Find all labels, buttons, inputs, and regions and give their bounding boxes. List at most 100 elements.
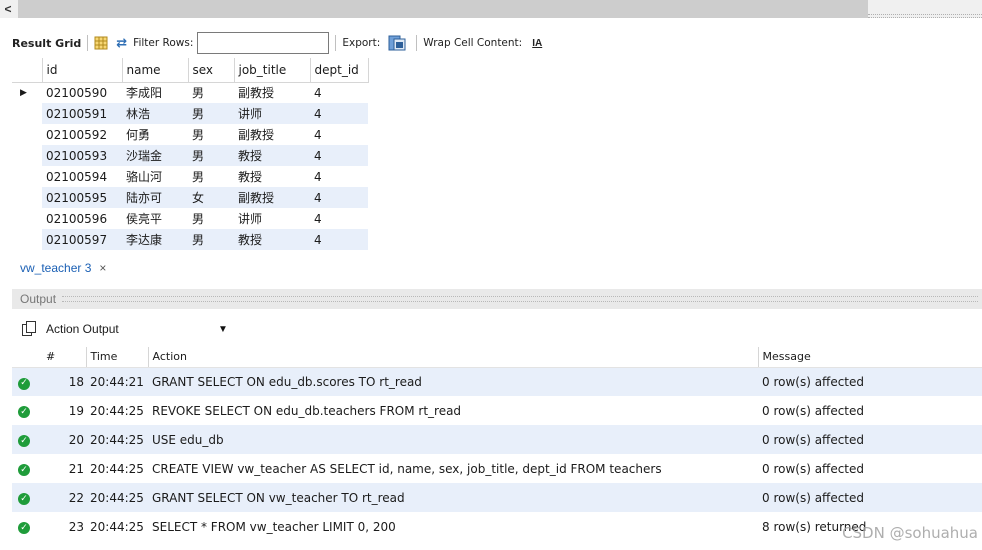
log-message: 0 row(s) affected [762,403,865,418]
cell-id[interactable]: 02100597 [42,229,122,250]
list-item[interactable]: ✓ 23 20:44:25 SELECT * FROM vw_teacher LIMI… [12,512,982,541]
table-row[interactable]: ▶ 02100590 李成阳男副教授 4 [12,82,368,103]
cell-job-title[interactable]: 讲师 [234,103,310,124]
splitter-handle[interactable] [62,296,978,302]
watermark: CSDN @sohuahua [842,524,978,542]
list-item[interactable]: ✓ 21 20:44:25 CREATE VIEW vw_teacher AS SEL… [12,454,982,483]
column-header-num[interactable]: # [42,347,87,368]
cell-name[interactable]: 林浩 [122,103,188,124]
cell-name[interactable]: 李成阳 [122,82,188,103]
column-header-time[interactable]: Time [86,347,149,368]
list-item[interactable]: ✓ 18 20:44:21 GRANT SELECT ON edu_db.scores… [12,367,982,396]
status-column-header [12,347,42,368]
list-item[interactable]: ✓ 22 20:44:25 GRANT SELECT ON vw_teacher TO… [12,483,982,512]
status-cell: ✓ [12,454,42,483]
table-row[interactable]: 02100591 林浩男讲师 4 [12,103,368,124]
grid-layout-icon[interactable] [94,36,108,50]
success-check-icon: ✓ [18,464,30,477]
cell-job-title[interactable]: 教授 [234,166,310,187]
column-header-id[interactable]: id [42,58,123,83]
filter-rows-input[interactable] [197,32,330,54]
cell-sex[interactable]: 男 [188,103,234,124]
result-tab-bar: vw_teacher 3 × [12,257,982,279]
action-output-log: # Time Action Message ✓ 18 20:44:21 GRANT S… [12,347,982,541]
log-action: SELECT * FROM vw_teacher LIMIT 0, 200 [152,519,396,534]
cell-id[interactable]: 02100595 [42,187,122,208]
tab-vw-teacher-3[interactable]: vw_teacher 3 × [12,257,115,279]
cell-sex[interactable]: 男 [188,166,234,187]
cell-job-title[interactable]: 副教授 [234,124,310,145]
cell-name[interactable]: 骆山河 [122,166,188,187]
table-row[interactable]: 02100594 骆山河男教授 4 [12,166,368,187]
scroll-left-arrow-icon[interactable]: < [0,0,16,18]
export-icon[interactable] [388,35,406,51]
scrollbar-thumb[interactable] [18,0,868,18]
cell-sex[interactable]: 女 [188,187,234,208]
cell-dept-id[interactable]: 4 [310,124,368,145]
cell-dept-id[interactable]: 4 [310,208,368,229]
log-number: 21 [68,461,84,476]
close-icon[interactable]: × [99,261,106,275]
cell-sex[interactable]: 男 [188,145,234,166]
result-grid-button[interactable]: Result Grid [12,37,81,50]
cell-name[interactable]: 何勇 [122,124,188,145]
log-action: GRANT SELECT ON vw_teacher TO rt_read [148,483,758,512]
list-item[interactable]: ✓ 20 20:44:25 USE edu_db 0 row(s) affected [12,425,982,454]
cell-job-title[interactable]: 教授 [234,229,310,250]
cell-dept-id[interactable]: 4 [310,166,368,187]
log-number: 22 [42,483,86,512]
copy-icon[interactable] [22,321,38,337]
column-header-sex[interactable]: sex [188,58,235,83]
cell-name[interactable]: 李达康 [122,229,188,250]
cell-sex[interactable]: 男 [188,124,234,145]
log-message: 0 row(s) affected [758,367,982,396]
table-row[interactable]: 02100596 侯亮平男讲师 4 [12,208,368,229]
wrap-cell-content-icon[interactable]: IA [532,38,542,49]
cell-id[interactable]: 02100591 [42,103,122,124]
log-number: 19 [68,403,84,418]
log-time: 20:44:25 [86,483,148,512]
cell-id[interactable]: 02100593 [42,145,122,166]
cell-id[interactable]: 02100592 [42,124,122,145]
cell-id[interactable]: 02100590 [42,82,122,103]
list-item[interactable]: ✓ 19 20:44:25 REVOKE SELECT ON edu_db.teach… [12,396,982,425]
cell-dept-id[interactable]: 4 [310,145,368,166]
cell-id[interactable]: 02100594 [42,166,122,187]
cell-name[interactable]: 侯亮平 [122,208,188,229]
column-header-dept-id[interactable]: dept_id [310,58,369,83]
cell-job-title[interactable]: 副教授 [234,187,310,208]
table-row[interactable]: 02100595 陆亦可女副教授 4 [12,187,368,208]
cell-id[interactable]: 02100596 [42,208,122,229]
chevron-down-icon[interactable]: ▼ [218,324,228,335]
cell-sex[interactable]: 男 [188,208,234,229]
row-marker [12,229,42,250]
log-action: GRANT SELECT ON edu_db.scores TO rt_read [148,367,758,396]
table-row[interactable]: 02100592 何勇男副教授 4 [12,124,368,145]
horizontal-scrollbar[interactable]: < [0,0,982,18]
cell-dept-id[interactable]: 4 [310,187,368,208]
cell-job-title[interactable]: 副教授 [234,82,310,103]
output-type-select[interactable]: Action Output [46,322,218,336]
cell-dept-id[interactable]: 4 [310,229,368,250]
refresh-arrows-icon[interactable]: ⇄ [116,35,127,51]
table-row[interactable]: 02100597 李达康男教授 4 [12,229,368,250]
cell-dept-id[interactable]: 4 [310,103,368,124]
row-marker [12,145,42,166]
cell-job-title[interactable]: 教授 [234,145,310,166]
log-number: 20 [42,425,86,454]
splitter-handle[interactable] [868,14,982,18]
log-message: 0 row(s) affected [762,461,865,476]
cell-name[interactable]: 陆亦可 [122,187,188,208]
log-number: 18 [42,367,86,396]
cell-dept-id[interactable]: 4 [310,82,368,103]
table-row[interactable]: 02100593 沙瑞金男教授 4 [12,145,368,166]
column-header-name[interactable]: name [122,58,189,83]
column-header-job-title[interactable]: job_title [234,58,311,83]
success-check-icon: ✓ [18,493,30,506]
column-header-message[interactable]: Message [758,347,982,368]
column-header-action[interactable]: Action [148,347,759,368]
cell-sex[interactable]: 男 [188,82,234,103]
cell-job-title[interactable]: 讲师 [234,208,310,229]
cell-sex[interactable]: 男 [188,229,234,250]
cell-name[interactable]: 沙瑞金 [122,145,188,166]
